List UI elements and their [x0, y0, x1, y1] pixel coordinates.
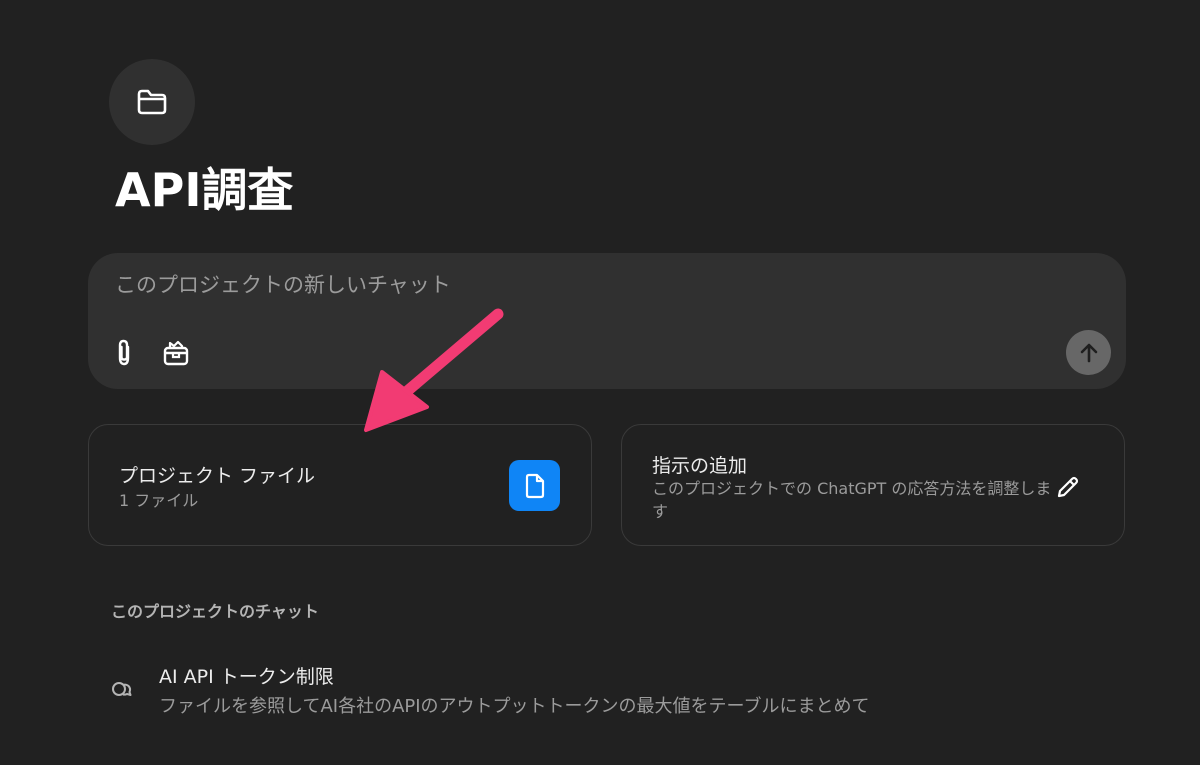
project-title: API調査: [115, 163, 294, 217]
paperclip-icon: [118, 339, 130, 366]
project-files-count: 1 ファイル: [119, 491, 199, 510]
chat-list-item[interactable]: AI API トークン制限 ファイルを参照してAI各社のAPIのアウトプットトー…: [100, 654, 1100, 724]
arrow-up-icon: [1080, 343, 1097, 362]
toolbox-icon: [163, 340, 189, 366]
new-chat-composer: [88, 253, 1126, 389]
attach-file-button[interactable]: [108, 335, 142, 371]
project-folder-icon-badge[interactable]: [109, 59, 195, 145]
project-files-title: プロジェクト ファイル: [119, 465, 316, 487]
new-chat-input[interactable]: [115, 273, 1015, 297]
add-instructions-description: このプロジェクトでの ChatGPT の応答方法を調整します: [652, 479, 1052, 521]
file-icon-badge: [509, 460, 560, 511]
add-instructions-card[interactable]: 指示の追加 このプロジェクトでの ChatGPT の応答方法を調整します: [621, 424, 1125, 546]
add-instructions-title: 指示の追加: [652, 455, 748, 477]
project-files-card[interactable]: プロジェクト ファイル 1 ファイル: [88, 424, 592, 546]
chat-snippet: ファイルを参照してAI各社のAPIのアウトプットトークンの最大値をテーブルにまと…: [159, 696, 870, 717]
tools-button[interactable]: [158, 335, 194, 371]
send-button[interactable]: [1066, 330, 1111, 375]
chat-title: AI API トークン制限: [159, 666, 334, 688]
pencil-icon: [1057, 476, 1079, 498]
edit-instructions-button[interactable]: [1055, 474, 1081, 500]
document-icon: [525, 473, 544, 498]
project-chats-heading: このプロジェクトのチャット: [111, 602, 319, 621]
chat-bubbles-icon: [112, 682, 132, 696]
folder-icon: [137, 89, 167, 115]
